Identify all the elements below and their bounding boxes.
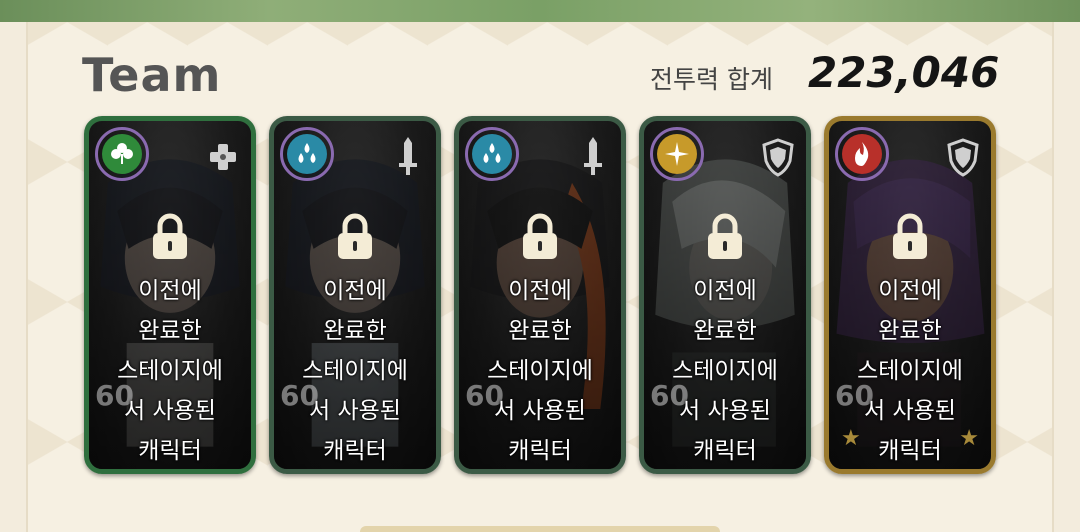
- locked-message: 이전에 완료한 스테이지에 서 사용된 캐릭터: [117, 278, 223, 464]
- role-badge: [943, 135, 983, 179]
- shield-icon: [762, 138, 794, 177]
- total-power-label: 전투력 합계: [650, 65, 773, 94]
- locked-message: 이전에 완료한 스테이지에 서 사용된 캐릭터: [857, 278, 963, 464]
- clover-icon: [111, 143, 133, 164]
- role-badge: [388, 135, 428, 179]
- lock-icon: [893, 213, 927, 259]
- sword-icon: [584, 137, 602, 175]
- lock-icon: [523, 213, 557, 259]
- character-card-5[interactable]: 60 ★ ★ 이전에 완료한 스테이지에 서 사용된 캐릭터: [824, 116, 996, 474]
- role-badge: [203, 135, 243, 179]
- water-drops-icon: [483, 143, 501, 163]
- lock-icon: [338, 213, 372, 259]
- role-badge: [758, 135, 798, 179]
- character-card-1[interactable]: 60 이전에 완료한 스테이지에 서 사용된 캐릭터: [84, 116, 256, 474]
- element-badge: [650, 127, 704, 181]
- character-card-3[interactable]: 60 이전에 완료한 스테이지에 서 사용된 캐릭터: [454, 116, 626, 474]
- bottom-button-edge[interactable]: [360, 526, 720, 532]
- element-badge: [280, 127, 334, 181]
- lock-icon: [708, 213, 742, 259]
- role-badge: [573, 135, 613, 179]
- shield-icon: [947, 138, 979, 177]
- page-title: Team: [82, 48, 222, 102]
- plus-cross-icon: [210, 144, 236, 170]
- element-badge: [835, 127, 889, 181]
- flame-icon: [855, 142, 869, 166]
- sword-icon: [399, 137, 417, 175]
- water-drops-icon: [298, 143, 316, 163]
- total-power-value: 223,046: [808, 48, 1000, 97]
- locked-message: 이전에 완료한 스테이지에 서 사용된 캐릭터: [672, 278, 778, 464]
- character-card-4[interactable]: 60 이전에 완료한 스테이지에 서 사용된 캐릭터: [639, 116, 811, 474]
- locked-message: 이전에 완료한 스테이지에 서 사용된 캐릭터: [487, 278, 593, 464]
- locked-message: 이전에 완료한 스테이지에 서 사용된 캐릭터: [302, 278, 408, 464]
- element-badge: [95, 127, 149, 181]
- compass-star-icon: [665, 142, 689, 166]
- top-scenery-strip: [0, 0, 1080, 22]
- lock-icon: [153, 213, 187, 259]
- character-card-2[interactable]: 60 이전에 완료한 스테이지에 서 사용된 캐릭터: [269, 116, 441, 474]
- element-badge: [465, 127, 519, 181]
